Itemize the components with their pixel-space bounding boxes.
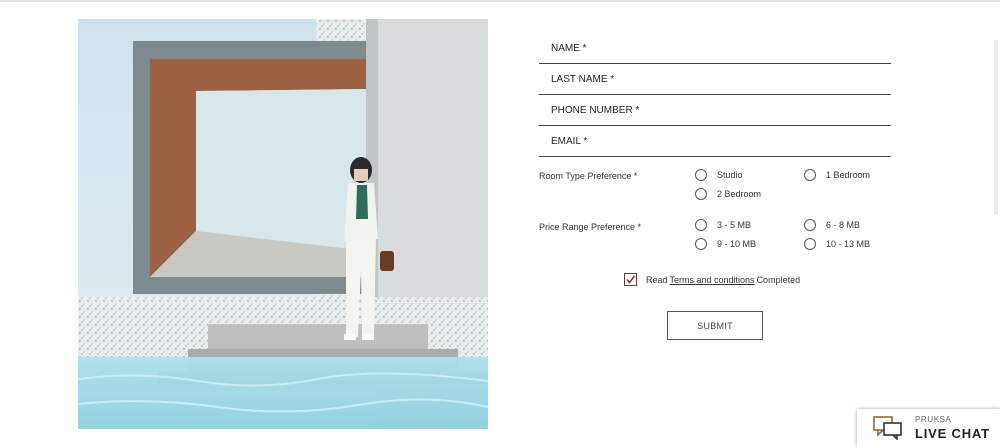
- price-option-9-10[interactable]: 9 - 10 MB: [695, 238, 756, 250]
- option-label: 6 - 8 MB: [826, 220, 861, 230]
- chat-title: LIVE CHAT: [915, 426, 990, 441]
- option-label: 9 - 10 MB: [717, 239, 757, 249]
- price-option-3-5[interactable]: 3 - 5 MB: [695, 219, 751, 231]
- hero-image: [78, 19, 488, 429]
- price-option-6-8[interactable]: 6 - 8 MB: [804, 219, 860, 231]
- option-label: 2 Bedroom: [717, 189, 762, 199]
- price-option-10-13[interactable]: 10 - 13 MB: [804, 238, 870, 250]
- submit-button[interactable]: SUBMIT: [667, 311, 763, 340]
- room-type-label: Room Type Preference *: [539, 171, 638, 181]
- hero-illustration: [78, 19, 488, 429]
- radio-icon[interactable]: [695, 219, 707, 231]
- scrollbar[interactable]: [994, 40, 998, 215]
- chat-brand: PRUKSA: [915, 415, 952, 424]
- terms-row: Read Terms and conditions Completed: [624, 273, 800, 286]
- room-option-studio[interactable]: Studio: [695, 169, 743, 181]
- registration-form: [539, 33, 891, 157]
- chat-bubbles-icon: [873, 416, 902, 440]
- radio-icon[interactable]: [695, 238, 707, 250]
- last-name-input[interactable]: [539, 64, 891, 94]
- email-input[interactable]: [539, 126, 891, 156]
- radio-icon[interactable]: [804, 219, 816, 231]
- room-option-1-bedroom[interactable]: 1 Bedroom: [804, 169, 870, 181]
- email-field: [539, 126, 891, 157]
- phone-input[interactable]: [539, 95, 891, 125]
- terms-checkbox[interactable]: [624, 273, 637, 286]
- radio-icon[interactable]: [804, 169, 816, 181]
- terms-suffix: Completed: [756, 274, 801, 285]
- phone-field: [539, 95, 891, 126]
- radio-icon[interactable]: [804, 238, 816, 250]
- option-label: 1 Bedroom: [826, 170, 871, 180]
- live-chat-text: PRUKSA LIVE CHAT: [915, 415, 990, 441]
- terms-prefix: Read: [646, 274, 668, 285]
- top-divider: [0, 0, 1000, 2]
- live-chat-button[interactable]: PRUKSA LIVE CHAT: [857, 409, 1000, 447]
- name-field: [539, 33, 891, 64]
- option-label: Studio: [717, 170, 743, 180]
- option-label: 10 - 13 MB: [826, 239, 871, 249]
- radio-icon[interactable]: [695, 188, 707, 200]
- name-input[interactable]: [539, 33, 891, 63]
- last-name-field: [539, 64, 891, 95]
- radio-icon[interactable]: [695, 169, 707, 181]
- option-label: 3 - 5 MB: [717, 220, 752, 230]
- check-icon: [626, 275, 636, 284]
- terms-link[interactable]: Terms and conditions: [670, 275, 755, 285]
- room-option-2-bedroom[interactable]: 2 Bedroom: [695, 188, 761, 200]
- price-range-label: Price Range Preference *: [539, 222, 642, 232]
